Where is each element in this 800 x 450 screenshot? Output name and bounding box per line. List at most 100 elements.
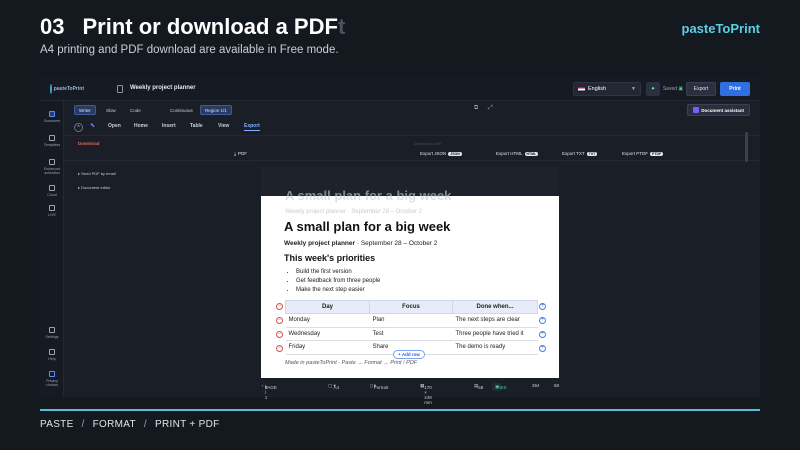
export-button[interactable]: Export bbox=[686, 82, 716, 96]
count-three: 364 bbox=[532, 383, 540, 388]
send-pdf-email[interactable]: ▸ Send PDF by email bbox=[78, 171, 116, 176]
remove-row-button[interactable]: − bbox=[276, 331, 283, 338]
export-ribbon: Download Download a file ⤓ PDF Export JSO… bbox=[64, 135, 760, 161]
sidebar-label: LIVE bbox=[48, 213, 56, 217]
scrollbar[interactable] bbox=[745, 132, 748, 162]
pdf-button[interactable]: ⤓ PDF bbox=[234, 151, 247, 156]
tab-export[interactable]: Export bbox=[244, 123, 260, 131]
paper-size-select[interactable]: ▢ A4 ▾ bbox=[328, 383, 339, 390]
page-indicator[interactable]: ‹ PAGE 1 / 1 › bbox=[262, 383, 277, 400]
page-value: 1 / 1 bbox=[264, 385, 268, 400]
pdf-icon: ⤓ bbox=[234, 151, 236, 156]
chevron-down-icon: ▼ bbox=[631, 86, 636, 92]
list-item: Make the next step easier bbox=[296, 286, 380, 295]
add-column-button[interactable]: + bbox=[539, 331, 546, 338]
step-separator: / bbox=[81, 419, 85, 430]
export-txt-label: Export TXT bbox=[562, 151, 585, 156]
tab-view[interactable]: View bbox=[218, 123, 229, 129]
sidebar-item-cloud[interactable]: Cloud bbox=[40, 185, 64, 197]
slide-title-faded: t bbox=[337, 14, 346, 39]
collapse-button[interactable]: ^ bbox=[74, 123, 83, 132]
chevron-up-icon: ^ bbox=[77, 124, 80, 131]
document-title[interactable]: Weekly project planner bbox=[130, 85, 196, 91]
add-column-button[interactable]: + bbox=[539, 317, 546, 324]
mode-label: Slow bbox=[106, 107, 116, 113]
ghost-subtitle: Weekly project planner · September 28 – … bbox=[285, 209, 422, 215]
table-cell[interactable]: Three people have tried it bbox=[452, 327, 538, 341]
sidebar-label: Cloud bbox=[47, 193, 57, 197]
language-select[interactable]: English ▼ bbox=[573, 82, 641, 96]
step-paste: PASTE bbox=[40, 419, 74, 430]
table-header: Done when... bbox=[452, 300, 538, 314]
add-row-button[interactable]: + Add row bbox=[393, 350, 425, 359]
export-html-label: Export HTML bbox=[496, 151, 523, 156]
ghost-title: A small plan for a big week bbox=[285, 188, 452, 203]
tab-home[interactable]: Home bbox=[134, 123, 148, 129]
json-badge: JSON bbox=[448, 151, 462, 156]
table-header-row: Day Focus Done when... bbox=[285, 300, 538, 314]
tab-insert[interactable]: Insert bbox=[162, 123, 176, 129]
table-cell[interactable]: The next steps are clear bbox=[452, 313, 538, 328]
sidebar-item-help[interactable]: Help bbox=[40, 349, 64, 361]
paper-size-value: A4 bbox=[333, 385, 340, 390]
remove-row-button[interactable]: − bbox=[276, 345, 283, 352]
sidebar-label: Enhanced activation bbox=[43, 167, 61, 175]
tab-open[interactable]: Open bbox=[108, 123, 121, 129]
sidebar-item-privacy[interactable]: Privacy choices bbox=[40, 371, 64, 387]
export-ptdf-button[interactable]: Export PTDF PTDF bbox=[622, 151, 664, 156]
export-label: Export bbox=[693, 86, 709, 92]
mode-code[interactable]: Code bbox=[126, 105, 145, 115]
sidebar-item-settings[interactable]: Settings bbox=[40, 327, 64, 339]
print-button[interactable]: Print bbox=[720, 82, 750, 96]
sidebar-item-live[interactable]: LIVE bbox=[40, 205, 64, 217]
view-continuous[interactable]: Continuous bbox=[166, 105, 197, 115]
table-cell[interactable]: Test bbox=[369, 327, 453, 341]
add-column-button[interactable]: + bbox=[539, 303, 546, 310]
table-cell[interactable]: The demo is ready bbox=[452, 340, 538, 355]
table-row: Wednesday Test Three people have tried i… bbox=[285, 327, 538, 341]
count-one: ▤ 68 bbox=[474, 383, 484, 390]
menu-tabs: ^ ⬉ Open Home Insert Table View Export bbox=[64, 121, 760, 135]
export-ptdf-label: Export PTDF bbox=[622, 151, 649, 156]
magic-wand-button[interactable]: ✦ bbox=[646, 82, 660, 96]
export-json-button[interactable]: Export JSON JSON bbox=[420, 151, 462, 156]
cursor-icon[interactable]: ⬉ bbox=[90, 122, 95, 129]
expand-icon[interactable]: ⤢ bbox=[488, 105, 493, 112]
status-value: SIS bbox=[499, 385, 507, 390]
table-cell[interactable]: Monday bbox=[285, 313, 370, 328]
table-row: Monday Plan The next steps are clear bbox=[285, 313, 538, 328]
footer-divider bbox=[40, 409, 760, 411]
export-txt-button[interactable]: Export TXT TXT bbox=[562, 151, 598, 156]
orientation-select[interactable]: ▯ Portrait ▾ bbox=[370, 383, 388, 390]
sidebar-label: Templates bbox=[43, 143, 61, 147]
document-icon bbox=[49, 111, 55, 117]
slide-title: 03 Print or download a PDFt bbox=[40, 14, 345, 40]
export-html-button[interactable]: Export HTML HTML bbox=[496, 151, 539, 156]
document-icon bbox=[117, 85, 123, 93]
remove-row-button[interactable]: − bbox=[276, 317, 283, 324]
external-link-icon[interactable]: ⧉ bbox=[474, 105, 478, 112]
sidebar-item-document[interactable]: Document bbox=[40, 111, 64, 123]
add-column-button[interactable]: + bbox=[539, 345, 546, 352]
table-cell[interactable]: Friday bbox=[285, 340, 370, 355]
table-cell[interactable]: Wednesday bbox=[285, 327, 370, 341]
sidebar-label: Settings bbox=[45, 335, 59, 339]
document-assistant-button[interactable]: Document assistant bbox=[687, 104, 750, 116]
logo-mark-icon bbox=[50, 84, 52, 94]
app-logo[interactable]: pasteToPrint bbox=[50, 83, 84, 95]
app-topbar: pasteToPrint Weekly project planner Engl… bbox=[40, 77, 760, 101]
view-region[interactable]: Region 1/1 bbox=[200, 105, 232, 115]
sidebar-item-templates[interactable]: Templates bbox=[40, 135, 64, 147]
mode-slow[interactable]: Slow bbox=[102, 105, 120, 115]
mode-writer[interactable]: Writer bbox=[74, 105, 96, 115]
download-label: Download bbox=[78, 141, 100, 146]
tab-table[interactable]: Table bbox=[190, 123, 203, 129]
step-format: FORMAT bbox=[92, 419, 136, 430]
sidebar-item-enhanced[interactable]: Enhanced activation bbox=[40, 159, 64, 175]
table-cell[interactable]: Plan bbox=[369, 313, 453, 328]
document-editor-toggle[interactable]: ▸ Document editor bbox=[78, 185, 110, 190]
templates-icon bbox=[49, 135, 55, 141]
mode-label: Writer bbox=[79, 107, 91, 113]
check-icon: ▣ bbox=[678, 86, 684, 92]
remove-header-row-button[interactable]: − bbox=[276, 303, 283, 310]
